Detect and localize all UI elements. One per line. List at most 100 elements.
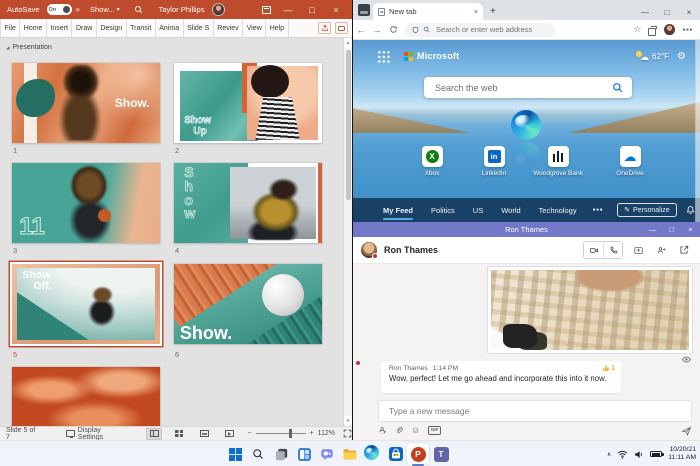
- zoom-slider-knob[interactable]: [289, 429, 292, 438]
- widgets-button[interactable]: [295, 445, 313, 463]
- compose-input[interactable]: [387, 405, 683, 417]
- feed-tab-us[interactable]: US: [473, 206, 483, 215]
- tab-file[interactable]: File: [0, 19, 20, 37]
- task-view-button[interactable]: [272, 445, 290, 463]
- format-icon[interactable]: [378, 426, 387, 435]
- microsoft-logo[interactable]: Microsoft: [404, 51, 459, 61]
- apps-waffle-icon[interactable]: [377, 50, 390, 63]
- scroll-up-icon[interactable]: ▴: [344, 38, 352, 48]
- tab-home[interactable]: Home: [20, 19, 47, 37]
- edge-taskbar-button[interactable]: [364, 445, 379, 460]
- zoom-in-button[interactable]: +: [310, 430, 314, 437]
- address-bar[interactable]: [405, 23, 555, 37]
- feed-tab-world[interactable]: World: [501, 206, 520, 215]
- scrollbar-thumb[interactable]: [346, 50, 351, 200]
- scroll-down-icon[interactable]: ▾: [344, 416, 352, 426]
- zoom-slider[interactable]: [256, 433, 306, 434]
- file-explorer-button[interactable]: [341, 445, 359, 463]
- slideshow-button[interactable]: [221, 428, 237, 440]
- close-button[interactable]: ×: [678, 4, 700, 20]
- tab-draw[interactable]: Draw: [72, 19, 96, 37]
- powerpoint-taskbar-button-active[interactable]: P: [407, 443, 429, 465]
- minimize-button[interactable]: —: [634, 4, 656, 20]
- send-button[interactable]: [681, 426, 692, 436]
- microsoft-store-button[interactable]: [387, 445, 405, 463]
- maximize-button[interactable]: □: [662, 222, 681, 237]
- weather-widget[interactable]: ☁ 62°F: [636, 51, 669, 62]
- browser-tab[interactable]: New tab ×: [373, 3, 483, 20]
- chat-button[interactable]: [318, 445, 336, 463]
- battery-icon[interactable]: [650, 451, 662, 457]
- zoom-out-button[interactable]: −: [247, 430, 251, 437]
- slide-thumbnail-7[interactable]: [12, 367, 160, 426]
- close-button[interactable]: ×: [681, 222, 700, 237]
- new-tab-button[interactable]: +: [490, 6, 496, 17]
- slide-thumbnail-6[interactable]: Show.: [174, 264, 322, 344]
- feed-more-icon[interactable]: ●●●: [593, 207, 604, 213]
- slide-thumbnail-2[interactable]: Show Up: [174, 63, 322, 143]
- taskbar-search-button[interactable]: [249, 445, 267, 463]
- tab-view[interactable]: View: [243, 19, 266, 37]
- shortcut-linkedin[interactable]: in LinkedIn: [462, 146, 526, 177]
- reaction-badge[interactable]: 1: [602, 364, 615, 372]
- favorites-icon[interactable]: ☆: [633, 24, 641, 35]
- tray-chevron-icon[interactable]: ∧: [607, 451, 611, 458]
- gif-icon[interactable]: GIF: [428, 426, 441, 435]
- thumbnail-scrollbar[interactable]: ▴ ▾: [343, 38, 352, 426]
- feed-tab-technology[interactable]: Technology: [539, 206, 577, 215]
- slide-thumbnail-5-selected[interactable]: Show Off.: [12, 264, 160, 344]
- feed-tab-my-feed[interactable]: My Feed: [383, 206, 413, 215]
- search-icon[interactable]: [612, 82, 623, 93]
- display-settings-button[interactable]: Display Settings: [60, 427, 132, 440]
- video-call-button[interactable]: [584, 242, 603, 258]
- compose-box[interactable]: [378, 400, 692, 422]
- document-title[interactable]: Show... ▾: [90, 5, 120, 14]
- forward-button[interactable]: →: [369, 25, 385, 35]
- slide-thumbnail-3[interactable]: 11: [12, 163, 160, 243]
- autosave-toggle[interactable]: On: [47, 4, 72, 15]
- slide-thumbnail-1[interactable]: Show.: [12, 63, 160, 143]
- tab-actions-menu-icon[interactable]: [358, 4, 370, 16]
- more-menu-icon[interactable]: ●●●: [682, 27, 693, 33]
- add-people-button[interactable]: [653, 243, 669, 257]
- emoji-icon[interactable]: ☺: [411, 426, 420, 435]
- tab-review[interactable]: Reviev: [214, 19, 243, 37]
- shortcut-xbox[interactable]: X Xbox: [400, 146, 464, 177]
- search-icon[interactable]: [134, 5, 143, 14]
- back-button[interactable]: ←: [353, 25, 369, 35]
- minimize-button[interactable]: —: [276, 0, 300, 19]
- tab-slide-show[interactable]: Slide S: [184, 19, 214, 37]
- fit-slide-to-window-button[interactable]: [343, 429, 352, 438]
- sent-photo-message[interactable]: [487, 266, 693, 354]
- attach-icon[interactable]: [395, 426, 403, 435]
- collections-icon[interactable]: [648, 26, 657, 34]
- comments-button[interactable]: [335, 22, 348, 34]
- start-button[interactable]: [226, 445, 244, 463]
- popout-chat-button[interactable]: [676, 243, 692, 257]
- tab-close-icon[interactable]: ×: [474, 7, 478, 16]
- notifications-bell-icon[interactable]: [686, 205, 695, 215]
- close-button[interactable]: ×: [324, 0, 348, 19]
- feed-tab-politics[interactable]: Politics: [431, 206, 455, 215]
- maximize-button[interactable]: □: [300, 0, 324, 19]
- message-bubble[interactable]: Ron Thames 1:14 PM Wow, perfect! Let me …: [381, 361, 621, 393]
- tab-insert[interactable]: Insert: [47, 19, 73, 37]
- refresh-button[interactable]: [385, 25, 401, 34]
- teams-taskbar-button[interactable]: T: [432, 445, 450, 463]
- volume-icon[interactable]: [634, 450, 644, 459]
- avatar[interactable]: [212, 3, 225, 16]
- tab-design[interactable]: Design: [97, 19, 127, 37]
- audio-call-button[interactable]: [603, 242, 622, 258]
- wifi-icon[interactable]: [617, 450, 628, 459]
- tab-help[interactable]: Help: [266, 19, 288, 37]
- reading-view-button[interactable]: [196, 428, 212, 440]
- web-search-input[interactable]: [433, 82, 612, 94]
- ribbon-display-options-icon[interactable]: [256, 0, 276, 19]
- quick-access-overflow-button[interactable]: »: [76, 5, 80, 14]
- slide-sorter-button[interactable]: [171, 428, 187, 440]
- clock[interactable]: 10/20/21 11:11 AM: [668, 446, 696, 463]
- slide-thumbnail-4[interactable]: Show: [174, 163, 322, 243]
- profile-avatar[interactable]: [664, 24, 675, 35]
- maximize-button[interactable]: □: [656, 4, 678, 20]
- share-button[interactable]: [318, 22, 331, 34]
